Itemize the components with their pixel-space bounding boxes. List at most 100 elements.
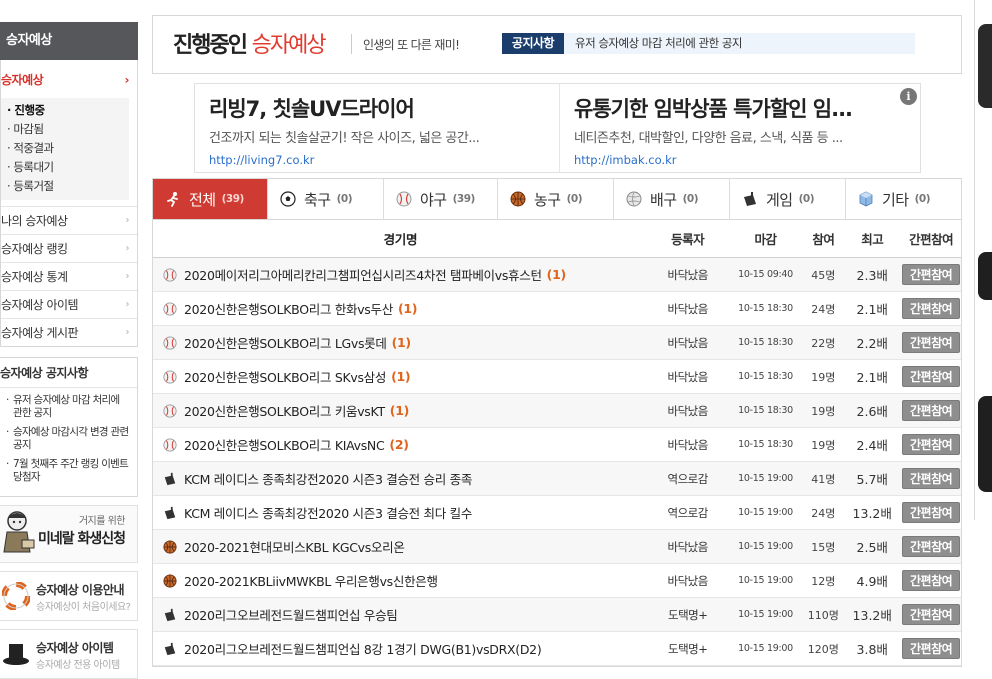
quick-join-button[interactable]: 간편참여 bbox=[902, 468, 961, 489]
match-name-link[interactable]: 2020신한은행SOLKBO리그 한화vs두산 (1) bbox=[153, 299, 648, 318]
match-name-link[interactable]: 2020리그오브레전드월드챔피언십 우승팀 bbox=[153, 605, 648, 624]
registrant[interactable]: 바닥났음 bbox=[648, 573, 728, 589]
match-name-link[interactable]: 2020리그오브레전드월드챔피언십 8강 1경기 DWG(B1)vsDRX(D2… bbox=[153, 639, 648, 658]
sidebar-menu: 승자예상 › · 진행중 · 마감됨 · 적중결과 · 등록대기 · 등록거절 … bbox=[0, 60, 138, 347]
max-odds: 2.6배 bbox=[856, 404, 888, 419]
deadline: 10-15 19:00 bbox=[738, 609, 793, 620]
header-notice-link[interactable]: 유저 승자예상 마감 처리에 관한 공지 bbox=[564, 33, 915, 54]
match-name-link[interactable]: KCM 레이디스 종족최강전2020 시즌3 결승전 승리 종족 bbox=[153, 469, 648, 488]
comment-count: (1) bbox=[546, 267, 567, 282]
sidebar-sub-item[interactable]: · 진행중 bbox=[7, 101, 129, 120]
tab-baseball[interactable]: 야구 (39) bbox=[383, 179, 497, 219]
sidebar-notice-link[interactable]: 승자예상 마감시각 변경 관련 공지 bbox=[6, 426, 131, 452]
sidebar-item[interactable]: 승자예상 통계 › bbox=[1, 262, 137, 290]
quick-join-button[interactable]: 간편참여 bbox=[902, 638, 961, 659]
match-name: 2020신한은행SOLKBO리그 한화vs두산 bbox=[184, 302, 393, 317]
match-name: 2020신한은행SOLKBO리그 SKvs삼성 bbox=[184, 370, 387, 385]
ad-url[interactable]: http://imbak.co.kr bbox=[574, 153, 921, 167]
guide-title: 승자예상 아이템 bbox=[36, 641, 114, 655]
quick-join-button[interactable]: 간편참여 bbox=[902, 434, 961, 455]
sidebar-sub-item[interactable]: · 등록대기 bbox=[7, 158, 129, 177]
notice-badge: 공지사항 bbox=[502, 33, 564, 54]
promo-title: 미네랄 화생신청 bbox=[37, 531, 126, 547]
registrant[interactable]: 바닥났음 bbox=[648, 369, 728, 385]
sidebar-sub-item[interactable]: · 마감됨 bbox=[7, 120, 129, 139]
match-name-link[interactable]: KCM 레이디스 종족최강전2020 시즌3 결승전 최다 킬수 bbox=[153, 503, 648, 522]
max-odds: 13.2배 bbox=[852, 506, 892, 521]
registrant[interactable]: 바닥났음 bbox=[648, 539, 728, 555]
max-odds: 2.5배 bbox=[856, 540, 888, 555]
registrant[interactable]: 역으로감 bbox=[648, 505, 728, 521]
ad-url[interactable]: http://living7.co.kr bbox=[209, 153, 557, 167]
quick-join-button[interactable]: 간편참여 bbox=[902, 298, 961, 319]
sidebar-sub-item[interactable]: · 등록거절 bbox=[7, 177, 129, 196]
match-name-link[interactable]: 2020신한은행SOLKBO리그 LGvs롯데 (1) bbox=[153, 333, 648, 352]
registrant[interactable]: 바닥났음 bbox=[648, 335, 728, 351]
registrant[interactable]: 바닥났음 bbox=[648, 267, 728, 283]
tab-all[interactable]: 전체 (39) bbox=[153, 179, 267, 219]
sidebar-notice-link[interactable]: 유저 승자예상 마감 처리에 관한 공지 bbox=[6, 394, 131, 420]
item-guide-banner[interactable]: 승자예상 아이템 승자예상 전용 아이템 bbox=[0, 629, 138, 679]
registrant[interactable]: 바닥났음 bbox=[648, 301, 728, 317]
sidebar-item[interactable]: 승자예상 게시판 › bbox=[1, 318, 137, 346]
match-name-link[interactable]: 2020신한은행SOLKBO리그 SKvs삼성 (1) bbox=[153, 367, 648, 386]
quick-join-button[interactable]: 간편참여 bbox=[902, 570, 961, 591]
column-header-quick-join: 간편참여 bbox=[909, 232, 954, 247]
match-name-link[interactable]: 2020-2021KBLiivMWKBL 우리은행vs신한은행 bbox=[153, 571, 648, 590]
tab-basketball[interactable]: 농구 (0) bbox=[497, 179, 613, 219]
guide-title: 승자예상 이용안내 bbox=[36, 583, 125, 597]
sidebar-item[interactable]: 승자예상 아이템 › bbox=[1, 290, 137, 318]
match-name: KCM 레이디스 종족최강전2020 시즌3 결승전 승리 종족 bbox=[184, 472, 473, 487]
max-odds: 2.4배 bbox=[856, 438, 888, 453]
cube-icon bbox=[859, 191, 873, 207]
baseball-icon bbox=[163, 335, 177, 350]
volleyball-icon bbox=[626, 191, 642, 207]
match-name-link[interactable]: 2020메이저리그아메리칸리그챔피언십시리즈4차전 탬파베이vs휴스턴 (1) bbox=[153, 265, 648, 284]
tab-etc[interactable]: 기타 (0) bbox=[845, 179, 961, 219]
match-name-link[interactable]: 2020신한은행SOLKBO리그 KIAvsNC (2) bbox=[153, 435, 648, 454]
match-name-link[interactable]: 2020신한은행SOLKBO리그 키움vsKT (1) bbox=[153, 401, 648, 420]
quick-join-cell: 간편참여 bbox=[901, 502, 961, 523]
mineral-promo-banner[interactable]: 거지를 위한 미네랄 화생신청 bbox=[0, 505, 138, 563]
baseball-icon bbox=[163, 301, 177, 316]
max-odds: 2.1배 bbox=[856, 302, 888, 317]
quick-join-cell: 간편참여 bbox=[901, 366, 961, 387]
tab-soccer[interactable]: 축구 (0) bbox=[267, 179, 383, 219]
quick-join-button[interactable]: 간편참여 bbox=[902, 332, 961, 353]
sidebar-item-active[interactable]: 승자예상 › bbox=[1, 60, 137, 98]
sidebar: 승자예상 승자예상 › · 진행중 · 마감됨 · 적중결과 · 등록대기 · … bbox=[0, 22, 138, 679]
table-row: 2020리그오브레전드월드챔피언십 우승팀 도택명+ 10-15 19:00 110명… bbox=[153, 598, 961, 632]
registrant[interactable]: 바닥났음 bbox=[648, 437, 728, 453]
ad-banner: 리빙7, 칫솔UV드라이어 건조까지 되는 칫솔살균기! 작은 사이즈, 넓은 … bbox=[194, 83, 921, 173]
quick-join-button[interactable]: 간편참여 bbox=[902, 400, 961, 421]
comment-count: (1) bbox=[391, 369, 411, 384]
quick-join-button[interactable]: 간편참여 bbox=[902, 366, 961, 387]
header-slogan: 인생의 또 다른 재미! bbox=[363, 38, 460, 52]
deadline: 10-15 19:00 bbox=[738, 473, 793, 484]
column-header-name: 경기명 bbox=[383, 232, 418, 247]
max-odds: 3.8배 bbox=[856, 642, 888, 657]
match-name: 2020신한은행SOLKBO리그 키움vsKT bbox=[184, 404, 385, 419]
quick-join-button[interactable]: 간편참여 bbox=[902, 264, 961, 285]
tab-volleyball[interactable]: 배구 (0) bbox=[613, 179, 729, 219]
sidebar-item[interactable]: 나의 승자예상 › bbox=[1, 206, 137, 234]
ad-item[interactable]: 리빙7, 칫솔UV드라이어 건조까지 되는 칫솔살균기! 작은 사이즈, 넓은 … bbox=[195, 84, 557, 172]
column-header-participants: 참여 bbox=[812, 232, 835, 247]
usage-guide-banner[interactable]: 승자예상 이용안내 승자예상이 처음이세요? bbox=[0, 571, 138, 621]
sidebar-item[interactable]: 승자예상 랭킹 › bbox=[1, 234, 137, 262]
match-name-link[interactable]: 2020-2021현대모비스KBL KGCvs오리온 bbox=[153, 537, 648, 556]
registrant[interactable]: 도택명+ bbox=[648, 641, 728, 657]
quick-join-button[interactable]: 간편참여 bbox=[902, 536, 961, 557]
participant-count: 120명 bbox=[807, 642, 839, 656]
sidebar-notice-link[interactable]: 7월 첫째주 주간 랭킹 이벤트 당첨자 bbox=[6, 458, 131, 484]
tab-game[interactable]: 게임 (0) bbox=[729, 179, 845, 219]
comment-count: (2) bbox=[389, 437, 409, 452]
quick-join-button[interactable]: 간편참여 bbox=[902, 502, 961, 523]
sidebar-sub-item[interactable]: · 적중결과 bbox=[7, 139, 129, 158]
ad-item[interactable]: 유통기한 임박상품 특가할인 임... 네티즌추천, 대박할인, 다양한 음료,… bbox=[559, 84, 921, 172]
registrant[interactable]: 역으로감 bbox=[648, 471, 728, 487]
registrant[interactable]: 바닥났음 bbox=[648, 403, 728, 419]
quick-join-button[interactable]: 간편참여 bbox=[902, 604, 961, 625]
info-icon[interactable]: i bbox=[900, 88, 917, 105]
registrant[interactable]: 도택명+ bbox=[648, 607, 728, 623]
